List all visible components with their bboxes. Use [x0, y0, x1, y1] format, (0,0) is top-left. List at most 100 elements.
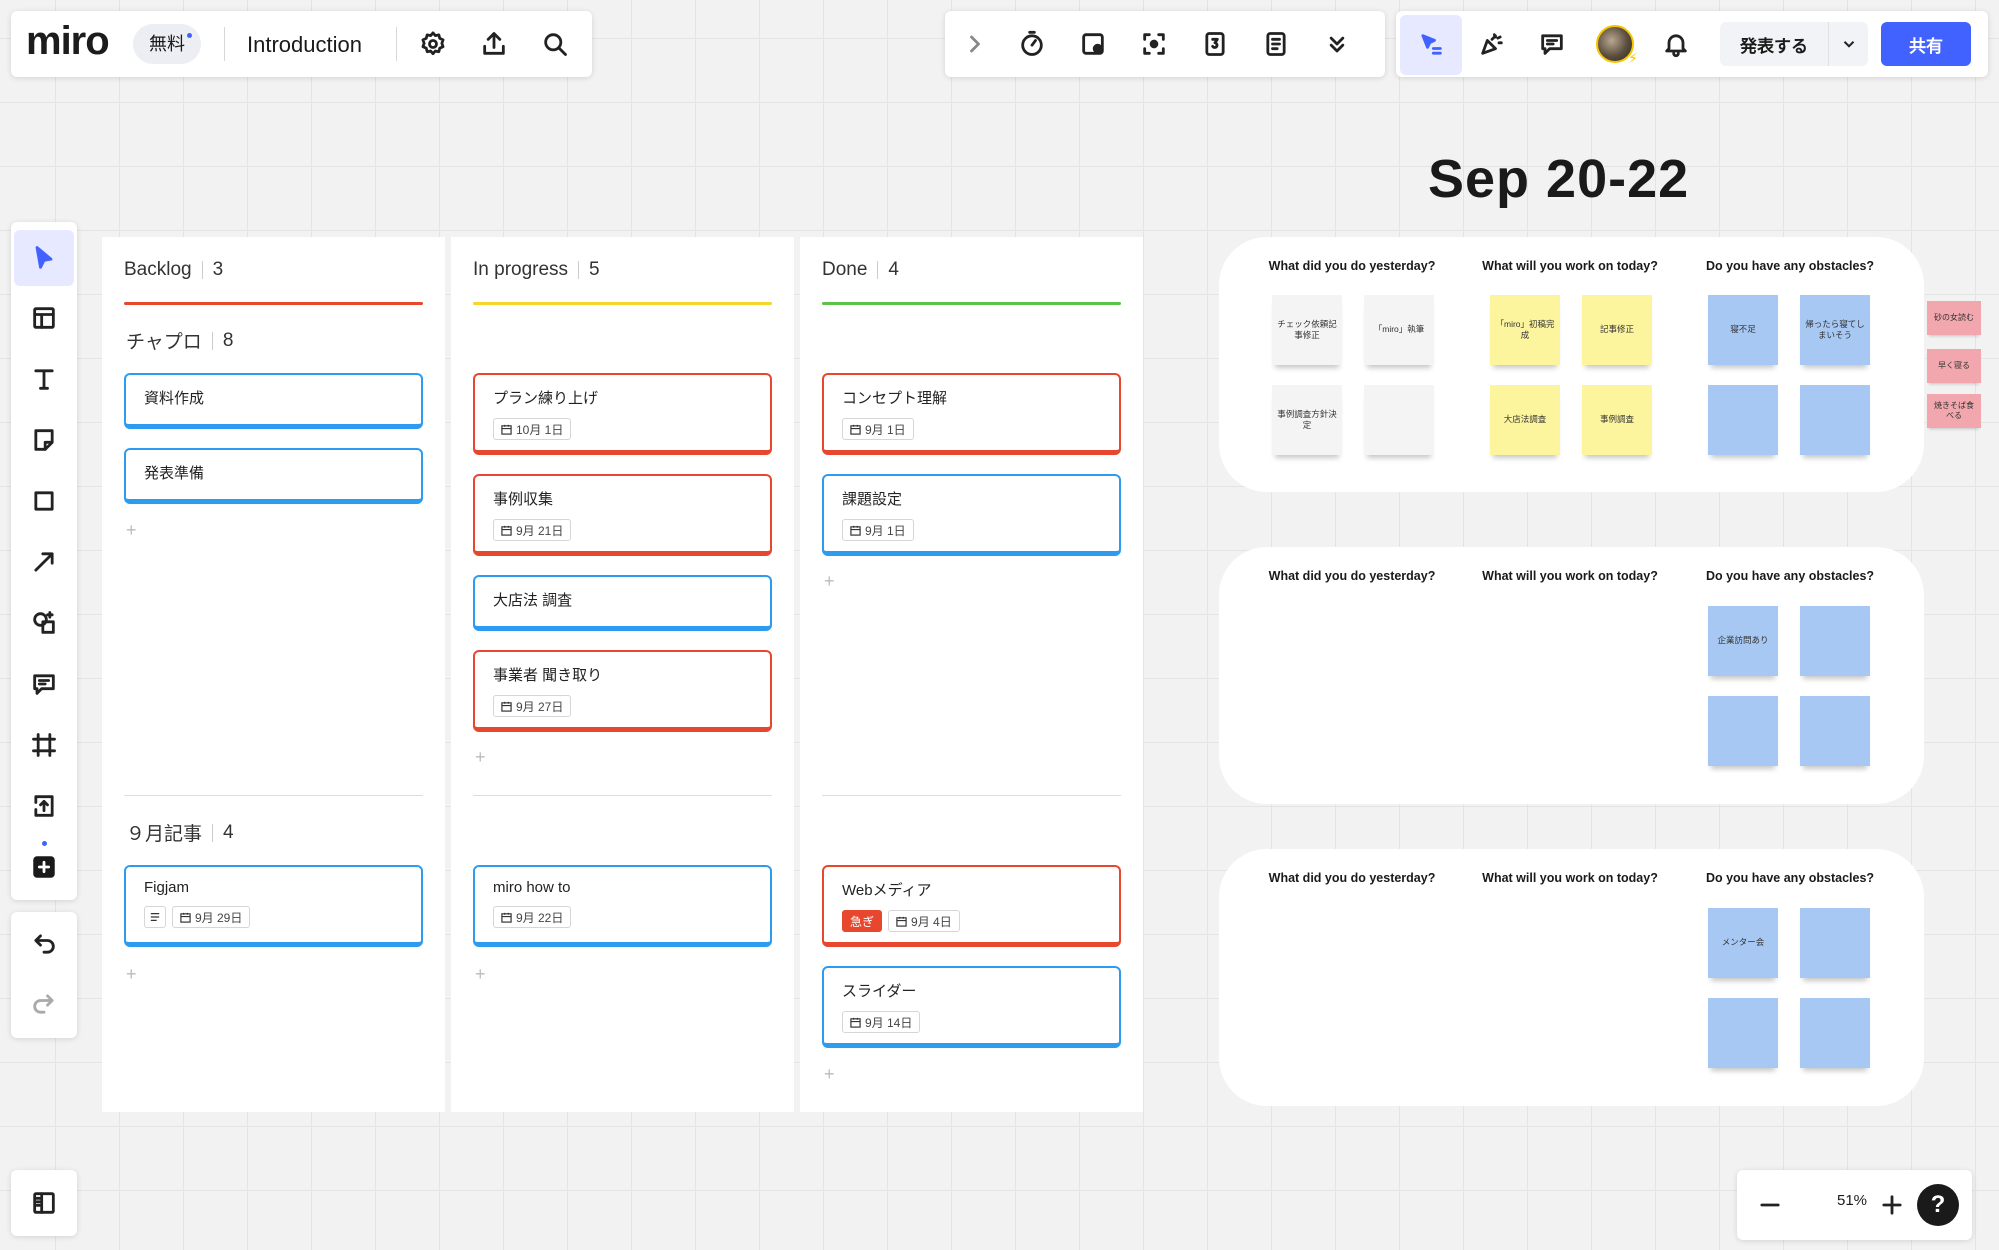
due-date-chip[interactable]: 9月 1日	[842, 418, 914, 440]
due-date-chip[interactable]: 9月 22日	[493, 906, 572, 928]
sticky-note[interactable]: 「miro」執筆	[1364, 295, 1434, 365]
sticky-note[interactable]: 企業訪問あり	[1708, 606, 1778, 676]
kanban-card[interactable]: スライダー 9月 14日	[822, 966, 1121, 1048]
add-card-button[interactable]: +	[824, 571, 835, 592]
miro-logo[interactable]: miro	[26, 19, 110, 64]
column-header[interactable]: Done 4	[822, 259, 899, 281]
kanban-card[interactable]: Webメディア 急ぎ 9月 4日	[822, 865, 1121, 947]
due-date-chip[interactable]: 9月 29日	[172, 906, 251, 928]
kanban-card[interactable]: コンセプト理解 9月 1日	[822, 373, 1121, 455]
plan-badge[interactable]: 無料	[133, 24, 201, 64]
connector-arrow-icon[interactable]	[22, 540, 66, 584]
standup-frame[interactable]: What did you do yesterday? What will you…	[1219, 237, 1924, 492]
redo-icon[interactable]	[22, 982, 66, 1026]
due-date-chip[interactable]: 10月 1日	[493, 418, 572, 440]
sticky-note[interactable]	[1800, 998, 1870, 1068]
sticky-note[interactable]: 事例調査方針決定	[1272, 385, 1342, 455]
upload-icon[interactable]	[22, 784, 66, 828]
sticky-note[interactable]	[1708, 998, 1778, 1068]
sticky-note[interactable]: 砂の女読む	[1927, 301, 1981, 335]
column-header[interactable]: In progress 5	[473, 259, 600, 281]
due-date-chip[interactable]: 9月 1日	[842, 519, 914, 541]
share-button[interactable]: 共有	[1881, 22, 1971, 66]
due-date-chip[interactable]: 9月 4日	[888, 910, 960, 932]
due-date-chip[interactable]: 9月 21日	[493, 519, 572, 541]
kanban-card[interactable]: Figjam 9月 29日	[124, 865, 423, 947]
kanban-card[interactable]: 事業者 聞き取り 9月 27日	[473, 650, 772, 732]
sticky-note[interactable]: 焼きそば食べる	[1927, 394, 1981, 428]
sticky-note[interactable]: 帰ったら寝てしまいそう	[1800, 295, 1870, 365]
kanban-card[interactable]: 大店法 調査	[473, 575, 772, 631]
kanban-card[interactable]: 発表準備	[124, 448, 423, 504]
swimlane-header[interactable]: ９月記事 4	[126, 819, 234, 846]
voting-number-icon[interactable]	[1193, 22, 1237, 66]
sticky-note[interactable]: 早く寝る	[1927, 349, 1981, 383]
sticky-note[interactable]: 記事修正	[1582, 295, 1652, 365]
notifications-bell-icon[interactable]	[1654, 22, 1698, 66]
sticky-note-pad-icon[interactable]	[1071, 22, 1115, 66]
help-button[interactable]: ?	[1917, 1184, 1959, 1226]
pen-shapes-icon[interactable]	[22, 601, 66, 645]
kanban-card[interactable]: 事例収集 9月 21日	[473, 474, 772, 556]
swimlane-header[interactable]: チャプロ 8	[126, 327, 233, 354]
due-date-chip[interactable]: 9月 14日	[842, 1011, 921, 1033]
comments-icon[interactable]	[1530, 22, 1574, 66]
templates-layout-icon[interactable]	[22, 296, 66, 340]
sticky-note[interactable]	[1800, 908, 1870, 978]
sticky-note[interactable]: 大店法調査	[1490, 385, 1560, 455]
timer-icon[interactable]	[1010, 22, 1054, 66]
add-card-button[interactable]: +	[126, 520, 137, 541]
urgent-tag[interactable]: 急ぎ	[842, 910, 883, 932]
reactions-celebrate-icon[interactable]	[1470, 22, 1514, 66]
column-header[interactable]: Backlog 3	[124, 259, 223, 281]
kanban-card[interactable]: 課題設定 9月 1日	[822, 474, 1121, 556]
sticky-note[interactable]: メンター会	[1708, 908, 1778, 978]
standup-frame[interactable]: What did you do yesterday? What will you…	[1219, 849, 1924, 1106]
sticky-note-icon[interactable]	[22, 418, 66, 462]
frame-crop-icon[interactable]	[22, 723, 66, 767]
comment-icon[interactable]	[22, 662, 66, 706]
sticky-note[interactable]	[1800, 606, 1870, 676]
sticky-note[interactable]: チェック依頼記事修正	[1272, 295, 1342, 365]
board-title[interactable]: Introduction	[247, 32, 362, 58]
chevron-right-icon[interactable]	[953, 22, 997, 66]
more-apps-plus-icon[interactable]	[22, 845, 66, 889]
sticky-note[interactable]: 「miro」初稿完成	[1490, 295, 1560, 365]
standup-frame[interactable]: What did you do yesterday? What will you…	[1219, 547, 1924, 804]
zoom-in-icon[interactable]	[1870, 1183, 1914, 1227]
chevron-down-icon[interactable]	[1828, 22, 1868, 66]
add-card-button[interactable]: +	[126, 964, 137, 985]
sticky-note[interactable]	[1708, 385, 1778, 455]
double-chevron-down-icon[interactable]	[1315, 22, 1359, 66]
zoom-out-icon[interactable]	[1748, 1183, 1792, 1227]
sticky-note[interactable]	[1364, 385, 1434, 455]
notes-document-icon[interactable]	[1254, 22, 1298, 66]
kanban-card[interactable]: プラン練り上げ 10月 1日	[473, 373, 772, 455]
export-upload-icon[interactable]	[472, 22, 516, 66]
due-date-chip[interactable]: 9月 27日	[493, 695, 572, 717]
text-tool-icon[interactable]	[22, 357, 66, 401]
sticky-note[interactable]: 事例調査	[1582, 385, 1652, 455]
add-card-button[interactable]: +	[475, 964, 486, 985]
undo-icon[interactable]	[22, 922, 66, 966]
sticky-note[interactable]	[1708, 696, 1778, 766]
kanban-card[interactable]: miro how to 9月 22日	[473, 865, 772, 947]
add-card-button[interactable]: +	[475, 747, 486, 768]
standup-title[interactable]: Sep 20-22	[1428, 148, 1689, 210]
cursor-presence-icon[interactable]	[1400, 15, 1462, 75]
focus-frame-icon[interactable]	[1132, 22, 1176, 66]
sticky-note[interactable]	[1800, 385, 1870, 455]
card-title: 課題設定	[842, 491, 903, 508]
sticky-note[interactable]: 寝不足	[1708, 295, 1778, 365]
description-icon[interactable]	[144, 906, 166, 928]
sticky-note[interactable]	[1800, 696, 1870, 766]
user-avatar[interactable]: ⚡	[1596, 25, 1638, 66]
kanban-card[interactable]: 資料作成	[124, 373, 423, 429]
rectangle-shape-icon[interactable]	[22, 479, 66, 523]
search-icon[interactable]	[533, 22, 577, 66]
add-card-button[interactable]: +	[824, 1064, 835, 1085]
settings-gear-icon[interactable]	[411, 22, 455, 66]
select-cursor-icon[interactable]	[14, 230, 74, 286]
present-button[interactable]: 発表する	[1720, 22, 1868, 66]
sidebar-panel-icon[interactable]	[22, 1181, 66, 1225]
